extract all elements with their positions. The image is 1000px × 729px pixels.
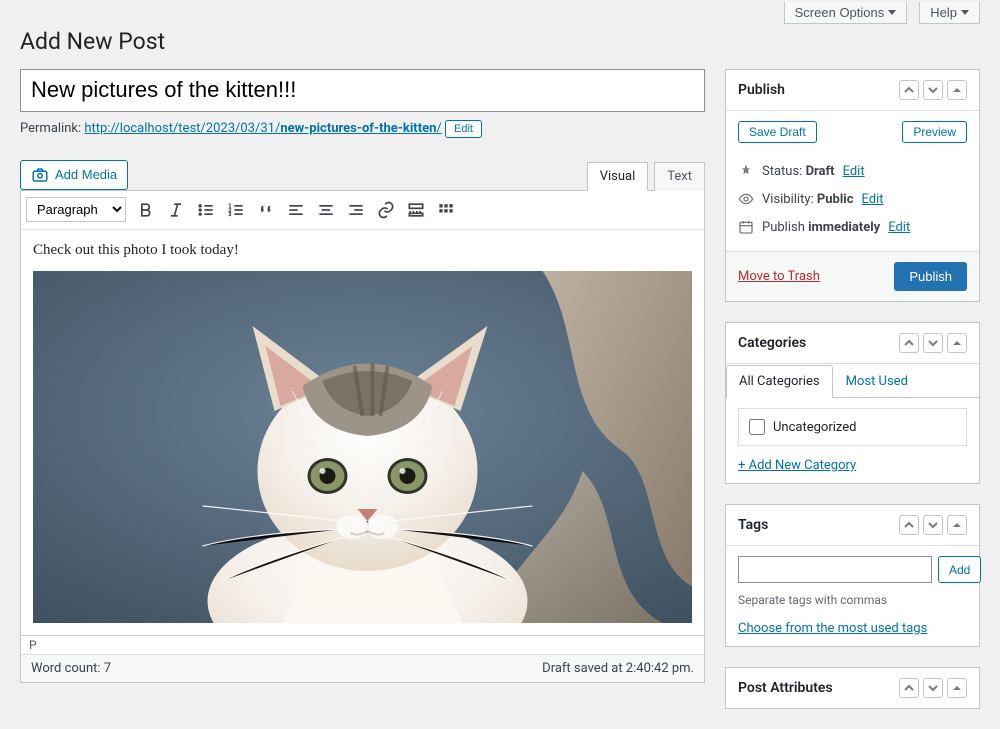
- caret-down-icon: [888, 10, 896, 15]
- align-right-button[interactable]: [342, 196, 370, 224]
- move-down-icon[interactable]: [923, 80, 943, 100]
- move-down-icon[interactable]: [923, 678, 943, 698]
- numbered-list-button[interactable]: 123: [222, 196, 250, 224]
- editor-toolbar: Paragraph 123: [20, 190, 705, 230]
- editor-paragraph: Check out this photo I took today!: [33, 242, 692, 259]
- svg-text:3: 3: [229, 211, 232, 217]
- caret-down-icon: [961, 10, 969, 15]
- screen-options-label: Screen Options: [795, 5, 885, 20]
- edit-status-link[interactable]: Edit: [843, 164, 865, 179]
- camera-icon: [31, 166, 49, 184]
- permalink-row: Permalink: http://localhost/test/2023/03…: [20, 120, 705, 138]
- move-up-icon[interactable]: [899, 515, 919, 535]
- categories-box: Categories All Categories Most Used: [725, 322, 980, 484]
- blockquote-button[interactable]: [252, 196, 280, 224]
- tags-title: Tags: [738, 517, 768, 533]
- screen-options-button[interactable]: Screen Options: [784, 2, 908, 24]
- format-select[interactable]: Paragraph: [26, 197, 126, 222]
- toggle-icon[interactable]: [947, 80, 967, 100]
- tags-box: Tags Add Separate tags with commas Choos…: [725, 504, 980, 647]
- page-title: Add New Post: [20, 28, 980, 55]
- toggle-icon[interactable]: [947, 515, 967, 535]
- edit-publish-date-link[interactable]: Edit: [888, 220, 910, 235]
- add-media-label: Add Media: [55, 167, 117, 182]
- pin-icon: [738, 163, 754, 179]
- eye-icon: [738, 191, 754, 207]
- category-label: Uncategorized: [773, 420, 856, 435]
- tab-all-categories[interactable]: All Categories: [726, 365, 833, 398]
- move-up-icon[interactable]: [899, 678, 919, 698]
- bullet-list-button[interactable]: [192, 196, 220, 224]
- word-count: Word count: 7: [31, 661, 111, 676]
- help-label: Help: [930, 5, 957, 20]
- save-draft-button[interactable]: Save Draft: [738, 121, 817, 143]
- tags-hint: Separate tags with commas: [738, 593, 967, 607]
- editor-body[interactable]: Check out this photo I took today!: [20, 230, 705, 636]
- publish-title: Publish: [738, 82, 785, 98]
- italic-button[interactable]: [162, 196, 190, 224]
- add-tag-button[interactable]: Add: [938, 556, 981, 583]
- category-checkbox[interactable]: [749, 419, 765, 435]
- post-attributes-box: Post Attributes: [725, 667, 980, 709]
- preview-button[interactable]: Preview: [902, 121, 967, 143]
- link-button[interactable]: [372, 196, 400, 224]
- toggle-icon[interactable]: [947, 333, 967, 353]
- post-attributes-title: Post Attributes: [738, 680, 833, 696]
- publish-box: Publish Save Draft Preview Status: Draf: [725, 69, 980, 302]
- move-down-icon[interactable]: [923, 333, 943, 353]
- move-up-icon[interactable]: [899, 80, 919, 100]
- read-more-button[interactable]: [402, 196, 430, 224]
- move-down-icon[interactable]: [923, 515, 943, 535]
- post-image[interactable]: [33, 271, 692, 623]
- permalink-label: Permalink:: [20, 121, 81, 136]
- align-left-button[interactable]: [282, 196, 310, 224]
- calendar-icon: [738, 219, 754, 235]
- move-to-trash-link[interactable]: Move to Trash: [738, 269, 820, 284]
- choose-tags-link[interactable]: Choose from the most used tags: [738, 621, 927, 636]
- edit-visibility-link[interactable]: Edit: [862, 192, 884, 207]
- bold-button[interactable]: [132, 196, 160, 224]
- align-center-button[interactable]: [312, 196, 340, 224]
- tab-most-used[interactable]: Most Used: [833, 365, 921, 398]
- tab-text[interactable]: Text: [654, 162, 705, 191]
- publish-button[interactable]: Publish: [894, 262, 967, 291]
- add-media-button[interactable]: Add Media: [20, 160, 128, 190]
- element-path: P: [21, 636, 704, 655]
- tab-visual[interactable]: Visual: [587, 162, 649, 191]
- tag-input[interactable]: [738, 556, 932, 583]
- move-up-icon[interactable]: [899, 333, 919, 353]
- permalink-link[interactable]: http://localhost/test/2023/03/31/new-pic…: [84, 121, 441, 136]
- toolbar-toggle-button[interactable]: [432, 196, 460, 224]
- category-item[interactable]: Uncategorized: [749, 419, 956, 435]
- add-new-category-link[interactable]: + Add New Category: [738, 458, 856, 473]
- categories-title: Categories: [738, 335, 806, 351]
- post-title-input[interactable]: [20, 69, 705, 112]
- draft-saved-status: Draft saved at 2:40:42 pm.: [542, 661, 694, 676]
- edit-permalink-button[interactable]: Edit: [445, 120, 482, 138]
- help-button[interactable]: Help: [919, 2, 980, 24]
- toggle-icon[interactable]: [947, 678, 967, 698]
